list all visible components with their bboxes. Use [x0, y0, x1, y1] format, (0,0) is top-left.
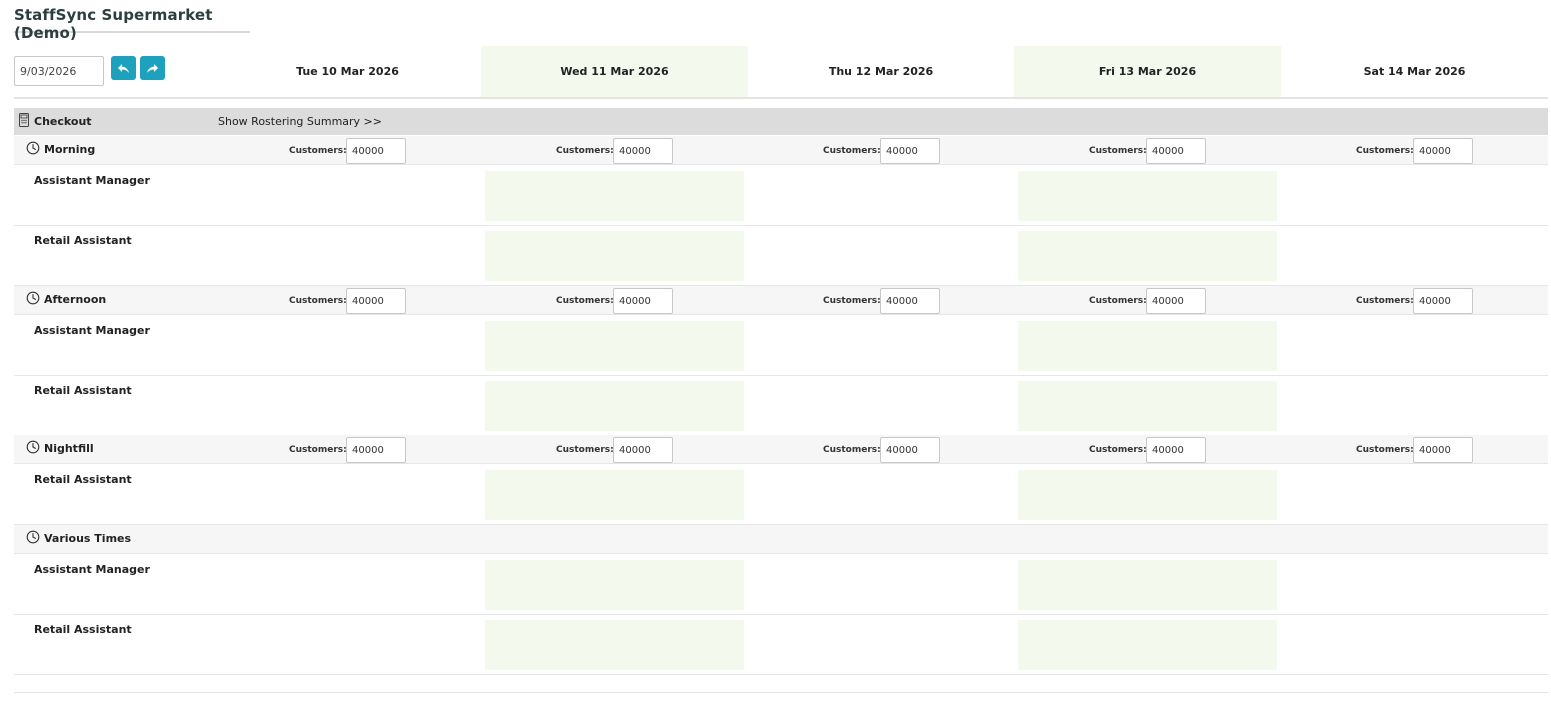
customers-input[interactable]: [1146, 437, 1206, 463]
day-header: Thu 12 Mar 2026: [828, 65, 934, 78]
clock-icon: [26, 291, 40, 305]
role-row: Assistant Manager: [14, 166, 1548, 226]
roster-cell[interactable]: [485, 381, 744, 431]
roster-cell[interactable]: [1018, 231, 1277, 281]
customers-input[interactable]: [613, 138, 673, 164]
role-name: Retail Assistant: [34, 384, 132, 397]
roster-cell[interactable]: [1018, 470, 1277, 520]
customers-input[interactable]: [1146, 138, 1206, 164]
customers-label: Customers:: [1089, 296, 1147, 306]
customers-label: Customers:: [556, 445, 614, 455]
customers-label: Customers:: [1089, 445, 1147, 455]
shift-name: Morning: [44, 143, 96, 156]
day-header: Sat 14 Mar 2026: [1363, 65, 1466, 78]
role-row: Retail Assistant: [14, 226, 1548, 286]
shift-row: Nightfill Customers: Customers: Customers: C…: [14, 435, 1548, 464]
show-rostering-summary-link[interactable]: Show Rostering Summary >>: [218, 115, 382, 128]
reply-arrow-icon: [118, 63, 129, 73]
role-row: Assistant Manager: [14, 555, 1548, 615]
customers-input[interactable]: [613, 288, 673, 314]
shift-row: Morning Customers: Customers: Customers: Cus…: [14, 136, 1548, 165]
page-title: StaffSync Supermarket (Demo): [14, 6, 213, 42]
roster-cell[interactable]: [485, 470, 744, 520]
clock-icon: [26, 440, 40, 454]
roster-cell[interactable]: [1018, 381, 1277, 431]
role-name: Assistant Manager: [34, 174, 150, 187]
customers-input[interactable]: [346, 138, 406, 164]
customers-label: Customers:: [289, 146, 347, 156]
day-header: Wed 11 Mar 2026: [481, 46, 748, 97]
forward-arrow-icon: [147, 63, 158, 73]
customers-input[interactable]: [1413, 288, 1473, 314]
shift-name: Afternoon: [44, 293, 107, 306]
roster-cell[interactable]: [1018, 560, 1277, 610]
roster-cell[interactable]: [1018, 321, 1277, 371]
customers-input[interactable]: [346, 437, 406, 463]
role-row: Retail Assistant: [14, 465, 1548, 525]
customers-label: Customers:: [823, 146, 881, 156]
roster-bottom-divider: [14, 692, 1548, 693]
roster-cell[interactable]: [485, 171, 744, 221]
customers-label: Customers:: [1356, 296, 1414, 306]
role-name: Retail Assistant: [34, 473, 132, 486]
role-row: Retail Assistant: [14, 376, 1548, 436]
customers-label: Customers:: [823, 296, 881, 306]
customers-input[interactable]: [880, 138, 940, 164]
customers-input[interactable]: [880, 288, 940, 314]
role-name: Retail Assistant: [34, 623, 132, 636]
shift-name: Various Times: [44, 532, 132, 545]
customers-input[interactable]: [346, 288, 406, 314]
role-name: Retail Assistant: [34, 234, 132, 247]
customers-label: Customers:: [556, 296, 614, 306]
roster-cell[interactable]: [485, 231, 744, 281]
roster-cell[interactable]: [485, 560, 744, 610]
day-header: Fri 13 Mar 2026: [1014, 46, 1281, 97]
header-divider: [14, 97, 1548, 99]
next-week-button[interactable]: [140, 56, 165, 80]
customers-label: Customers:: [1356, 445, 1414, 455]
customers-label: Customers:: [1356, 146, 1414, 156]
previous-week-button[interactable]: [111, 56, 136, 80]
customers-input[interactable]: [1413, 437, 1473, 463]
customers-label: Customers:: [823, 445, 881, 455]
register-icon: [19, 113, 29, 127]
clock-icon: [26, 141, 40, 155]
page-title-container: StaffSync Supermarket (Demo): [14, 6, 250, 42]
shift-name: Nightfill: [44, 442, 94, 455]
role-name: Assistant Manager: [34, 324, 150, 337]
roster-cell[interactable]: [1018, 171, 1277, 221]
shift-row: Afternoon Customers: Customers: Customers: C…: [14, 286, 1548, 315]
roster-date-input[interactable]: [14, 56, 104, 86]
day-header: Tue 10 Mar 2026: [296, 65, 399, 78]
role-row: Retail Assistant: [14, 615, 1548, 675]
customers-label: Customers:: [289, 296, 347, 306]
customers-label: Customers:: [556, 146, 614, 156]
customers-label: Customers:: [1089, 146, 1147, 156]
customers-input[interactable]: [1413, 138, 1473, 164]
roster-cell[interactable]: [1018, 620, 1277, 670]
shift-row: Various Times: [14, 525, 1548, 554]
roster-cell[interactable]: [485, 321, 744, 371]
role-name: Assistant Manager: [34, 563, 150, 576]
customers-input[interactable]: [613, 437, 673, 463]
customers-label: Customers:: [289, 445, 347, 455]
department-name: Checkout: [34, 115, 92, 128]
clock-icon: [26, 530, 40, 544]
customers-input[interactable]: [1146, 288, 1206, 314]
roster-cell[interactable]: [485, 620, 744, 670]
role-row: Assistant Manager: [14, 316, 1548, 376]
department-header: Checkout Show Rostering Summary >>: [14, 108, 1548, 135]
customers-input[interactable]: [880, 437, 940, 463]
